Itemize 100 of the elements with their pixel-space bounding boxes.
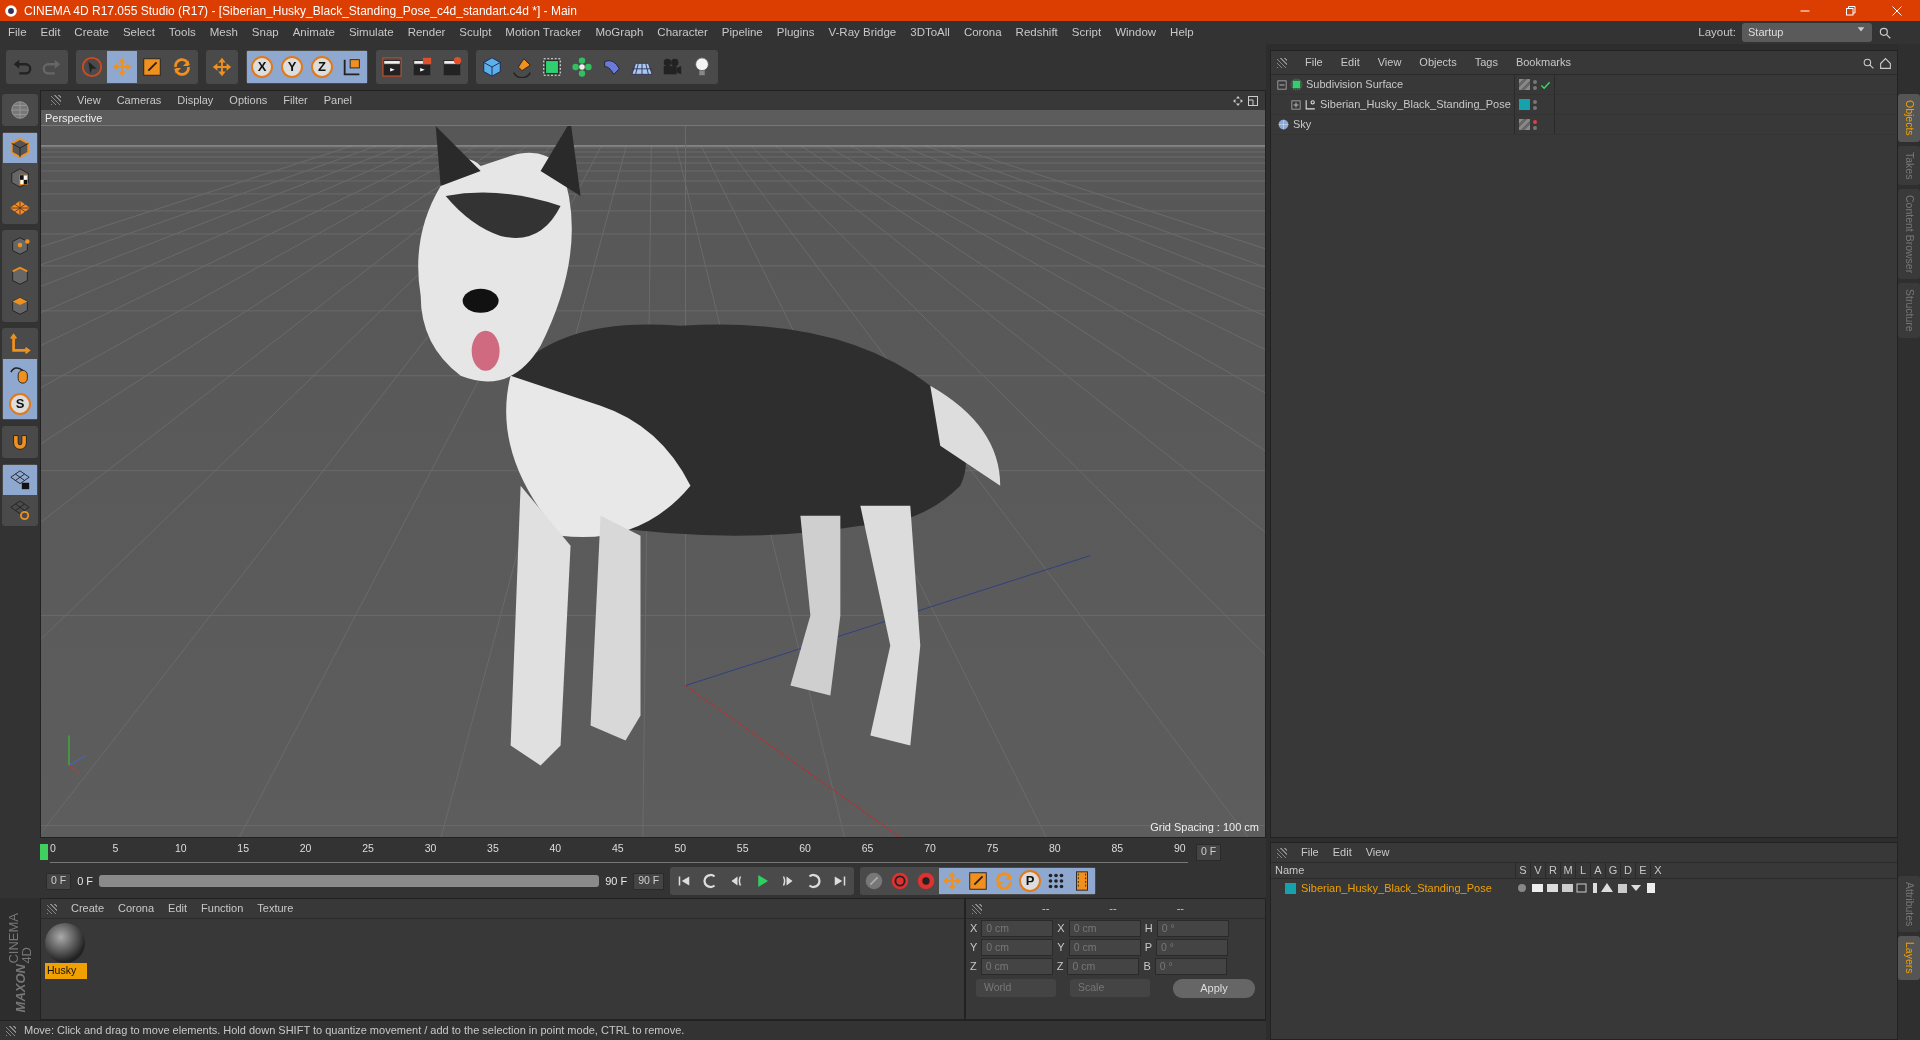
menu-item[interactable]: Select bbox=[122, 23, 155, 42]
menu-item[interactable]: View bbox=[1377, 54, 1402, 71]
axis-lock-button[interactable]: Y bbox=[277, 51, 307, 83]
range-end-label: 90 F bbox=[605, 873, 628, 889]
axis-lock-button[interactable]: Z bbox=[307, 51, 337, 83]
scale-square-icon bbox=[141, 56, 163, 78]
start-frame-field[interactable]: 0 F bbox=[46, 872, 72, 890]
grid-cycle-icon bbox=[9, 499, 31, 521]
frame-number: 60 bbox=[799, 841, 812, 856]
key-button[interactable] bbox=[1069, 868, 1096, 894]
menu-item[interactable]: File bbox=[8, 23, 27, 42]
menu-item[interactable]: View bbox=[77, 92, 101, 109]
snap-button[interactable]: S bbox=[3, 389, 37, 419]
range-slider[interactable] bbox=[99, 875, 600, 887]
menu-item[interactable]: Snap bbox=[251, 23, 279, 42]
sphere-icon bbox=[1277, 118, 1290, 131]
axis-lock-button[interactable]: X bbox=[247, 51, 277, 83]
menu-item[interactable]: Mesh bbox=[209, 23, 238, 42]
menu-item[interactable]: Render bbox=[407, 23, 446, 42]
column-header: D bbox=[1620, 862, 1635, 879]
brand-logo: MAXON bbox=[13, 963, 27, 1012]
menu-item[interactable]: Window bbox=[1115, 23, 1157, 42]
menu-item[interactable]: Redshift bbox=[1015, 23, 1058, 42]
object-name[interactable]: Sky bbox=[1293, 116, 1312, 133]
apply-button[interactable]: Apply bbox=[1173, 979, 1255, 998]
panel-grip[interactable] bbox=[6, 1025, 16, 1036]
menu-item[interactable]: Edit bbox=[40, 23, 61, 42]
menu-item[interactable]: View bbox=[1365, 844, 1390, 861]
menu-item[interactable]: Edit bbox=[168, 900, 188, 917]
menu-item[interactable]: Pipeline bbox=[721, 23, 763, 42]
parameter-key-button[interactable]: P bbox=[1017, 868, 1044, 894]
menu-item[interactable]: MoGraph bbox=[595, 23, 644, 42]
timeline-ruler[interactable]: 0 5 10 15 20 25 30 35 40 45 50 55 60 65 70 75 80 85 90 bbox=[50, 841, 1188, 863]
menu-item[interactable]: Edit bbox=[1340, 54, 1360, 71]
menu-item[interactable]: Plugins bbox=[776, 23, 815, 42]
toolbar-button[interactable] bbox=[337, 51, 367, 83]
menu-item[interactable]: Script bbox=[1071, 23, 1102, 42]
menu-item[interactable]: File bbox=[1301, 844, 1319, 861]
menu-item[interactable]: Create bbox=[71, 900, 105, 917]
menu-item[interactable]: Create bbox=[74, 23, 109, 42]
object-name[interactable]: Siberian_Husky_Black_Standing_Pose bbox=[1320, 96, 1511, 113]
panel-grip[interactable] bbox=[47, 903, 57, 914]
menu-item[interactable]: Corona bbox=[118, 900, 155, 917]
visibility-dots-icon[interactable] bbox=[1533, 79, 1537, 90]
menu-item[interactable]: File bbox=[1305, 54, 1323, 71]
frame-number: 10 bbox=[174, 841, 188, 856]
tool-button[interactable] bbox=[3, 465, 37, 495]
column-header: S bbox=[1515, 862, 1530, 879]
object-name[interactable]: Subdivision Surface bbox=[1306, 76, 1404, 93]
panel-grip[interactable] bbox=[972, 903, 982, 914]
panel-grip[interactable] bbox=[51, 95, 61, 106]
menu-item[interactable]: Objects bbox=[1419, 54, 1457, 71]
cube-icon bbox=[9, 137, 31, 159]
menu-item[interactable]: Bookmarks bbox=[1515, 54, 1571, 71]
menu-item[interactable]: 3DToAll bbox=[910, 23, 950, 42]
menu-item[interactable]: Motion Tracker bbox=[505, 23, 582, 42]
menu-item[interactable]: Simulate bbox=[348, 23, 394, 42]
end-frame-field[interactable]: 90 F bbox=[633, 872, 665, 890]
menu-item[interactable]: Texture bbox=[257, 900, 294, 917]
panel-tab[interactable]: Layers bbox=[1898, 936, 1920, 980]
axis-label: Z bbox=[970, 959, 977, 975]
cube-edge-icon bbox=[9, 265, 31, 287]
menu-item[interactable]: Sculpt bbox=[459, 23, 492, 42]
menu-item[interactable]: Cameras bbox=[116, 92, 162, 109]
menu-item[interactable]: Character bbox=[657, 23, 708, 42]
menu-item[interactable]: Help bbox=[1170, 23, 1194, 42]
menu-item[interactable]: Animate bbox=[292, 23, 335, 42]
visibility-dots-icon[interactable] bbox=[1533, 99, 1537, 110]
playhead-marker[interactable] bbox=[40, 844, 48, 860]
menu-item[interactable]: Filter bbox=[283, 92, 308, 109]
menu-item[interactable]: Edit bbox=[1332, 844, 1352, 861]
cube-points-icon bbox=[9, 235, 31, 257]
menu-item[interactable]: Corona bbox=[963, 23, 1002, 42]
subdivision-cube-icon bbox=[541, 56, 563, 78]
menu-item[interactable]: Options bbox=[229, 92, 268, 109]
cloner-spheres-icon bbox=[571, 56, 593, 78]
subdivision-object-icon bbox=[1290, 78, 1303, 91]
menu-item[interactable]: V-Ray Bridge bbox=[828, 23, 897, 42]
search-icon bbox=[1878, 25, 1892, 40]
axis-label: H bbox=[1144, 921, 1153, 937]
menu-item[interactable]: Panel bbox=[323, 92, 352, 109]
column-header: M bbox=[1560, 862, 1575, 879]
frame-number: 85 bbox=[1111, 841, 1125, 856]
menu-item[interactable]: Tags bbox=[1474, 54, 1498, 71]
panel-grip[interactable] bbox=[1277, 847, 1287, 858]
null-object-icon bbox=[1304, 98, 1317, 111]
current-frame-field[interactable]: 0 F bbox=[1196, 843, 1222, 861]
move-arrows-icon bbox=[941, 870, 964, 892]
panel-grip[interactable] bbox=[1277, 57, 1287, 68]
layer-name[interactable]: Siberian_Husky_Black_Standing_Pose bbox=[1301, 879, 1492, 897]
panel-tab[interactable]: Objects bbox=[1898, 94, 1920, 142]
frame-number: 30 bbox=[424, 841, 438, 856]
layout-dropdown[interactable]: Startup bbox=[1742, 23, 1872, 42]
frame-number: 80 bbox=[1049, 841, 1062, 856]
menu-item[interactable]: Function bbox=[201, 900, 244, 917]
axis-label: Y bbox=[970, 940, 978, 956]
close-icon bbox=[1891, 5, 1903, 18]
menu-item[interactable]: Display bbox=[177, 92, 214, 109]
visibility-dots-icon[interactable] bbox=[1533, 119, 1537, 130]
menu-item[interactable]: Tools bbox=[168, 23, 196, 42]
